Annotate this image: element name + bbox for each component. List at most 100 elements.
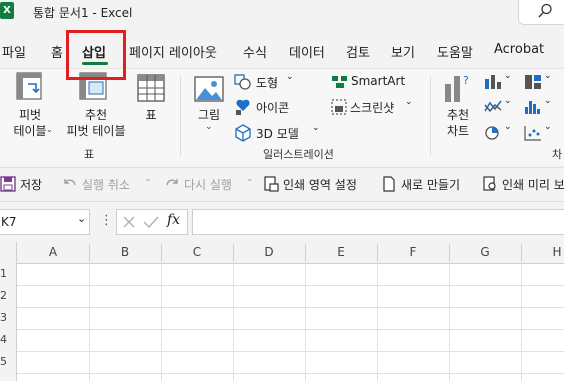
new-document-icon (383, 176, 395, 192)
column-divider (89, 244, 90, 262)
column-divider (449, 244, 450, 262)
window-title: 통합 문서1 - Excel (33, 6, 133, 20)
undo-button[interactable]: 실행 취소 ⌄ (62, 174, 156, 194)
recommended-pivot-button[interactable]: 추천 피벗 테이블 (62, 72, 130, 140)
column-header[interactable]: G (449, 242, 521, 263)
tab-data[interactable]: 데이터 (289, 42, 325, 61)
screenshot-button[interactable]: 스크린샷 ⌄ (331, 97, 413, 117)
tab-file[interactable]: 파일 (2, 42, 26, 61)
enter-icon[interactable] (143, 215, 159, 229)
tab-help[interactable]: 도움말 (437, 42, 473, 61)
scatter-chart-icon (524, 126, 541, 141)
undo-label: 실행 취소 (82, 178, 130, 192)
name-box[interactable]: K7 ⌄ (0, 209, 90, 235)
table-label: 표 (145, 108, 157, 122)
hierarchy-chart-icon (525, 75, 541, 89)
chevron-down-icon: ⌄ (144, 174, 152, 184)
table-button[interactable]: 표 (134, 72, 168, 124)
redo-label: 다시 실행 (184, 178, 232, 192)
column-divider (521, 244, 522, 262)
insert-function-button[interactable]: fx (167, 212, 180, 228)
group-label-illustrations: 일러스트레이션 (263, 148, 334, 161)
row-header[interactable]: 5 (0, 351, 17, 373)
icons-label: 아이콘 (256, 101, 290, 115)
shapes-button[interactable]: 도형 ⌄ (234, 72, 298, 92)
column-divider (305, 244, 306, 262)
tab-review[interactable]: 검토 (346, 42, 370, 61)
column-header[interactable]: D (233, 242, 305, 263)
ribbon-divider (180, 76, 181, 156)
line-chart-icon (484, 100, 502, 113)
print-area-icon (264, 176, 279, 192)
search-button[interactable] (518, 0, 564, 25)
print-area-button[interactable]: 인쇄 영역 설정 (263, 174, 373, 194)
column-chart-button[interactable]: ⌄ (484, 71, 514, 92)
cancel-icon[interactable] (122, 215, 136, 229)
redo-button[interactable]: 다시 실행 ⌄ (164, 174, 258, 194)
column-header[interactable]: B (89, 242, 161, 263)
shapes-label: 도형 (256, 76, 279, 90)
hierarchy-chart-button[interactable]: ⌄ (524, 71, 554, 92)
smartart-button[interactable]: SmartArt (331, 72, 411, 92)
screenshot-label: 스크린샷 (350, 101, 395, 115)
chevron-down-icon: ⌄ (246, 174, 254, 184)
column-header[interactable]: E (305, 242, 377, 263)
new-button[interactable]: 새로 만들기 (381, 174, 473, 194)
column-header[interactable]: A (17, 242, 89, 263)
tab-home[interactable]: 홈 (51, 42, 63, 61)
grid-line (17, 373, 564, 374)
print-preview-button[interactable]: 인쇄 미리 보 (482, 174, 564, 194)
tab-page-layout[interactable]: 페이지 레이아웃 (129, 42, 217, 61)
chevron-down-icon: ⌄ (544, 96, 552, 106)
chevron-down-icon: ⌄ (504, 71, 512, 81)
pivot-table-icon (16, 72, 42, 100)
scatter-chart-button[interactable]: ⌄ (524, 122, 554, 143)
row-header[interactable]: 4 (0, 329, 17, 351)
grid-line (521, 263, 522, 381)
statistic-chart-button[interactable]: ⌄ (524, 96, 554, 117)
undo-icon (64, 179, 76, 186)
3d-models-button[interactable]: 3D 모델 ⌄ (234, 123, 324, 143)
grid-line (161, 263, 162, 381)
group-label-charts: 차 (552, 148, 563, 161)
recommended-charts-label-2: 차트 (446, 124, 470, 138)
recommended-charts-button[interactable]: ? 추천 차트 (440, 72, 476, 140)
search-icon (538, 3, 552, 18)
new-label: 새로 만들기 (401, 178, 461, 192)
column-chart-icon (485, 75, 501, 89)
grid-line (17, 351, 564, 352)
select-all-corner[interactable] (0, 242, 17, 263)
chevron-down-icon: ⌄ (286, 72, 294, 82)
chevron-down-icon: ⌄ (544, 71, 552, 81)
column-header[interactable]: H (521, 242, 564, 263)
formula-input[interactable] (192, 209, 564, 235)
grid-line (89, 263, 90, 381)
more-options-icon[interactable]: ⋮ (100, 213, 113, 228)
row-header[interactable]: 3 (0, 307, 17, 329)
icons-button[interactable]: 아이콘 (234, 97, 298, 117)
pie-chart-button[interactable]: ⌄ (484, 122, 514, 143)
line-chart-button[interactable]: ⌄ (484, 96, 514, 117)
recommended-pivot-label-2: 피벗 테이블 (66, 124, 126, 138)
formula-controls: fx (116, 209, 188, 235)
save-button[interactable]: 저장 (0, 174, 50, 194)
row-header[interactable]: 1 (0, 263, 17, 285)
chevron-down-icon: ⌄ (312, 123, 320, 133)
row-header[interactable] (0, 373, 17, 381)
3d-models-label: 3D 모델 (256, 127, 299, 141)
chevron-down-icon: ⌄ (504, 96, 512, 106)
print-area-label: 인쇄 영역 설정 (283, 178, 357, 192)
chevron-down-icon: ⌄ (205, 122, 213, 132)
row-header[interactable]: 2 (0, 285, 17, 307)
tab-acrobat[interactable]: Acrobat (494, 42, 544, 57)
column-header[interactable]: C (161, 242, 233, 263)
smartart-label: SmartArt (351, 74, 406, 88)
group-label-tables: 표 (84, 148, 95, 161)
picture-icon (194, 76, 224, 102)
pictures-button[interactable]: 그림 ⌄ (190, 72, 228, 140)
column-divider (377, 244, 378, 262)
tab-formulas[interactable]: 수식 (243, 42, 267, 61)
screenshot-icon (331, 99, 347, 115)
column-header[interactable]: F (377, 242, 449, 263)
tab-view[interactable]: 보기 (391, 42, 415, 61)
